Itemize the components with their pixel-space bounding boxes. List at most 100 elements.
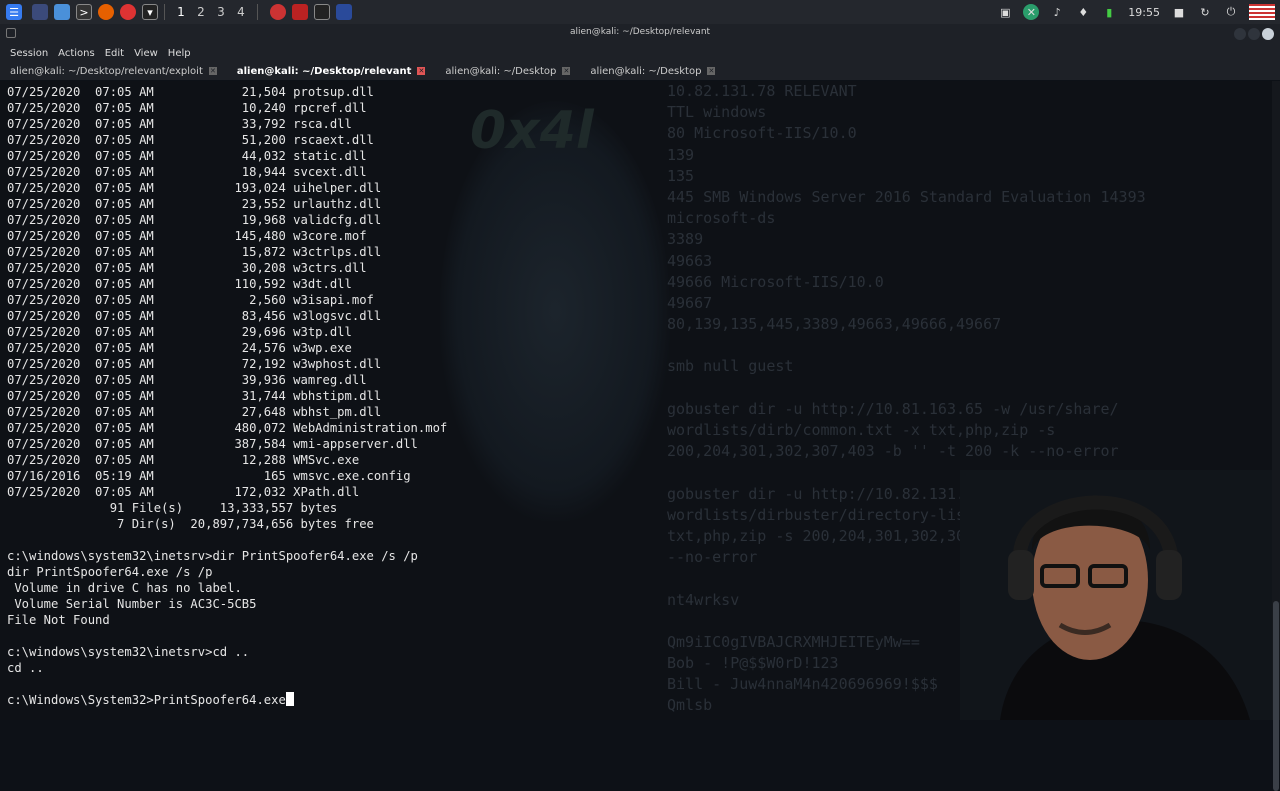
background-note-line: 80,139,135,445,3389,49663,49666,49667 (667, 315, 1002, 334)
workspace-3[interactable]: 3 (211, 5, 231, 19)
lock-icon[interactable]: ■ (1171, 4, 1187, 20)
battery-icon[interactable]: ▮ (1101, 4, 1117, 20)
taskbar-divider (164, 4, 165, 20)
terminal-icon[interactable]: > (76, 4, 92, 20)
terminal-line: File Not Found (7, 613, 110, 627)
terminal-line: 07/25/2020 07:05 AM 44,032 static.dll (7, 149, 367, 163)
tab-close-icon[interactable]: ✕ (707, 67, 716, 75)
flag-icon[interactable] (1249, 4, 1275, 20)
terminal-line: 07/25/2020 07:05 AM 12,288 WMSvc.exe (7, 453, 360, 467)
notification-bell-icon[interactable]: ♦ (1075, 4, 1091, 20)
taskbar: ☰ > ▾ 1 2 3 4 ▣ ✕ ♪ ♦ ▮ 19:55 ■ ↻ ⏻ (0, 0, 1280, 24)
terminal-line: 07/25/2020 07:05 AM 18,944 svcext.dll (7, 165, 367, 179)
clock[interactable]: 19:55 (1128, 6, 1160, 19)
close-button[interactable] (1262, 28, 1274, 40)
volume-icon[interactable]: ♪ (1049, 4, 1065, 20)
vpn-icon[interactable]: ✕ (1023, 4, 1040, 20)
menu-view[interactable]: View (134, 48, 158, 59)
scrollbar-thumb[interactable] (1273, 601, 1279, 791)
terminal-line: 07/25/2020 07:05 AM 24,576 w3wp.exe (7, 341, 352, 355)
display-icon[interactable]: ▣ (997, 4, 1013, 20)
tab-label: alien@kali: ~/Desktop/relevant/exploit (10, 65, 203, 77)
tab-desktop-2[interactable]: alien@kali: ~/Desktop ✕ (584, 62, 721, 80)
tab-exploit[interactable]: alien@kali: ~/Desktop/relevant/exploit ✕ (4, 62, 223, 80)
background-note-line: 49663 (667, 251, 713, 270)
logo-watermark-text: 0x4l (470, 101, 594, 161)
background-note-line: 3389 (667, 230, 704, 249)
terminal-line: 07/25/2020 07:05 AM 387,584 wmi-appserve… (7, 437, 418, 451)
terminal-line: 07/25/2020 07:05 AM 39,936 wamreg.dll (7, 373, 367, 387)
terminal-line: 07/25/2020 07:05 AM 480,072 WebAdministr… (7, 421, 448, 435)
burp-icon[interactable] (120, 4, 136, 20)
workspace-4[interactable]: 4 (231, 5, 251, 19)
desktop-icon[interactable] (32, 4, 48, 20)
terminal-line: 91 File(s) 13,333,557 bytes (7, 501, 338, 515)
terminal-line: 07/25/2020 07:05 AM 10,240 rpcref.dll (7, 101, 367, 115)
app-window-icon[interactable] (314, 4, 330, 20)
alien-logo-watermark (440, 101, 670, 521)
workspace-1[interactable]: 1 (171, 5, 191, 19)
kali-menu-icon[interactable]: ☰ (6, 4, 22, 20)
menu-session[interactable]: Session (10, 48, 48, 59)
app-window-icon[interactable] (336, 4, 352, 20)
terminal-line: Volume Serial Number is AC3C-5CB5 (7, 597, 257, 611)
webcam-overlay (960, 470, 1280, 720)
terminal-output[interactable]: 0x4l 10.82.131.78 RELEVANT TTL windows 80 … (0, 81, 1280, 720)
menu-actions[interactable]: Actions (58, 48, 95, 59)
terminal-line: 07/25/2020 07:05 AM 145,480 w3core.mof (7, 229, 367, 243)
terminal-line: 07/25/2020 07:05 AM 83,456 w3logsvc.dll (7, 309, 382, 323)
background-note-line: 135 (667, 166, 695, 185)
maximize-button[interactable] (1248, 28, 1260, 40)
terminal-line: 07/16/2016 05:19 AM 165 wmsvc.exe.config (7, 469, 411, 483)
minimize-button[interactable] (1234, 28, 1246, 40)
tab-desktop[interactable]: alien@kali: ~/Desktop ✕ (439, 62, 576, 80)
tab-relevant[interactable]: alien@kali: ~/Desktop/relevant ✕ (231, 62, 432, 80)
background-note-line: 139 (667, 145, 695, 164)
terminal-line: c:\Windows\System32>PrintSpoofer64.exe (7, 692, 447, 708)
terminal-line: 07/25/2020 07:05 AM 23,552 urlauthz.dll (7, 197, 382, 211)
terminal-line: cd .. (7, 661, 44, 675)
terminal-line: 7 Dir(s) 20,897,734,656 bytes free (7, 517, 374, 531)
terminal-line: 07/25/2020 07:05 AM 172,032 XPath.dll (7, 485, 360, 499)
background-note-line: gobuster dir -u http://10.81.163.65 -w /… (667, 399, 1119, 418)
terminal-line: 07/25/2020 07:05 AM 193,024 uihelper.dll (7, 181, 382, 195)
window-titlebar[interactable]: alien@kali: ~/Desktop/relevant (0, 24, 1280, 44)
background-note-line: 200,204,301,302,307,403 -b '' -t 200 -k … (667, 442, 1119, 461)
terminal-line: 07/25/2020 07:05 AM 21,504 protsup.dll (7, 85, 374, 99)
terminal-line: 07/25/2020 07:05 AM 30,208 w3ctrs.dll (7, 261, 367, 275)
window-title: alien@kali: ~/Desktop/relevant (569, 27, 711, 37)
terminal-scrollbar[interactable] (1272, 81, 1280, 791)
background-note-line: 49666 Microsoft-IIS/10.0 (667, 272, 884, 291)
terminal-line: 07/25/2020 07:05 AM 110,592 w3dt.dll (7, 277, 352, 291)
terminal-line: 07/25/2020 07:05 AM 27,648 wbhst_pm.dll (7, 405, 382, 419)
menu-edit[interactable]: Edit (105, 48, 124, 59)
tab-bar: alien@kali: ~/Desktop/relevant/exploit ✕… (0, 62, 1280, 80)
refresh-icon[interactable]: ↻ (1197, 4, 1213, 20)
firefox-icon[interactable] (98, 4, 114, 20)
terminal-line: 07/25/2020 07:05 AM 15,872 w3ctrlps.dll (7, 245, 382, 259)
terminal-line: dir PrintSpoofer64.exe /s /p (7, 565, 213, 579)
app-window-icon[interactable] (270, 4, 286, 20)
background-note-line (630, 335, 1280, 356)
background-note-line: microsoft-ds (667, 209, 776, 228)
taskbar-divider (257, 4, 258, 20)
menu-help[interactable]: Help (168, 48, 191, 59)
tab-close-icon[interactable]: ✕ (417, 67, 426, 75)
tab-close-icon[interactable]: ✕ (562, 67, 571, 75)
terminal-line: 07/25/2020 07:05 AM 31,744 wbhstipm.dll (7, 389, 382, 403)
tab-label: alien@kali: ~/Desktop (445, 65, 557, 77)
app-window-icon[interactable] (292, 4, 308, 20)
tab-label: alien@kali: ~/Desktop (590, 65, 702, 77)
terminal-line: Volume in drive C has no label. (7, 581, 242, 595)
terminal-line: 07/25/2020 07:05 AM 33,792 rsca.dll (7, 117, 352, 131)
files-icon[interactable] (54, 4, 70, 20)
background-note-line (630, 378, 1280, 399)
background-note-line: 80 Microsoft-IIS/10.0 (667, 124, 857, 143)
tab-close-icon[interactable]: ✕ (208, 67, 217, 75)
workspace-2[interactable]: 2 (191, 5, 211, 19)
terminal-dropdown-icon[interactable]: ▾ (142, 4, 158, 20)
power-icon[interactable]: ⏻ (1223, 4, 1239, 20)
